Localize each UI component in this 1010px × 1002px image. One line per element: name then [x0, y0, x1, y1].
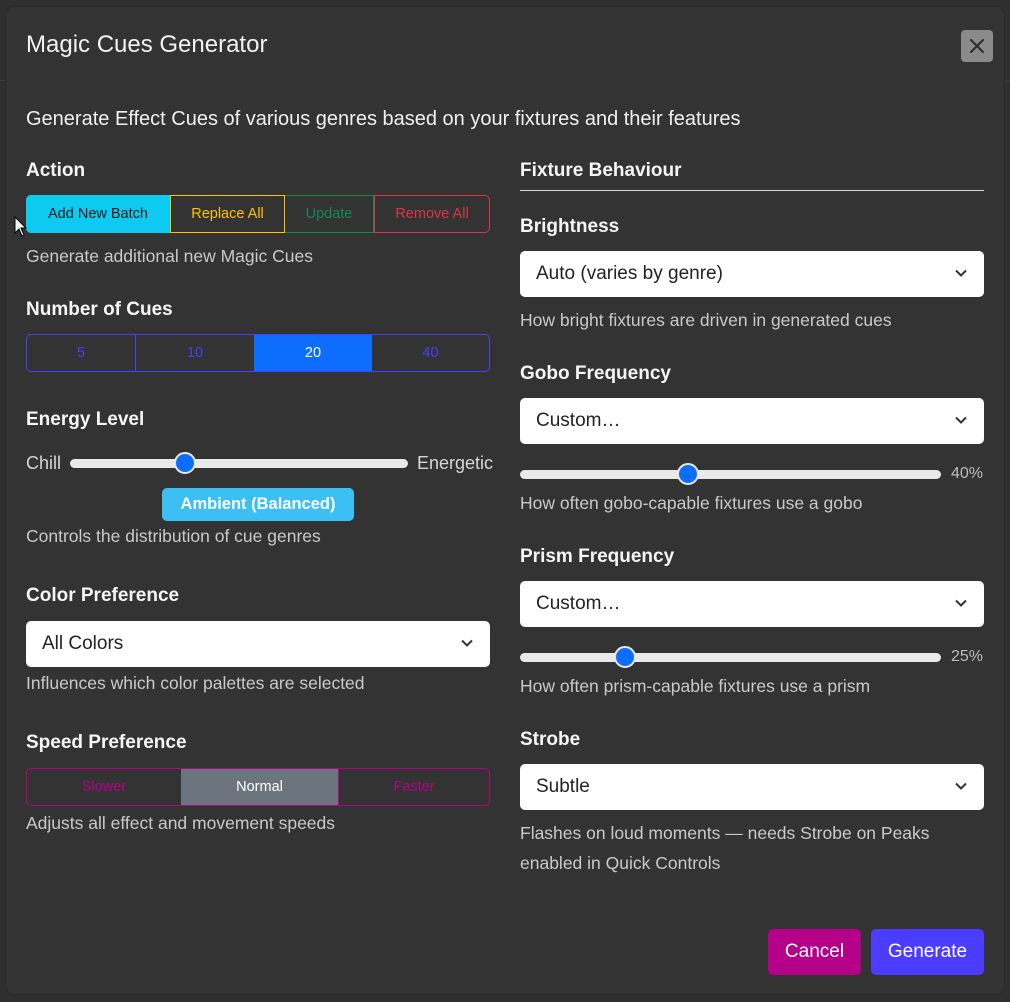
energy-max-label: Energetic — [417, 453, 494, 473]
cues-option-40[interactable]: 40 — [372, 335, 489, 371]
speed-preference-group: Slower Normal Faster — [26, 768, 490, 806]
prism-frequency-label: Prism Frequency — [520, 546, 675, 567]
strobe-label: Strobe — [520, 729, 581, 750]
chevron-down-icon — [461, 639, 473, 647]
energy-slider-track[interactable] — [70, 459, 408, 468]
chevron-down-icon — [955, 782, 967, 790]
prism-frequency-value: Custom… — [536, 593, 621, 614]
prism-help: How often prism-capable fixtures use a p… — [520, 676, 871, 696]
generate-button[interactable]: Generate — [871, 929, 984, 975]
strobe-help-line2: enabled in Quick Controls — [520, 853, 721, 873]
energy-genre-badge: Ambient (Balanced) — [162, 488, 354, 521]
strobe-help-line1: Flashes on loud moments — needs Strobe o… — [520, 823, 930, 843]
replace-all-button[interactable]: Replace All — [170, 195, 285, 233]
close-button[interactable] — [961, 30, 993, 62]
energy-min-label: Chill — [26, 453, 62, 473]
energy-help: Controls the distribution of cue genres — [26, 526, 321, 546]
cues-option-20[interactable]: 20 — [254, 335, 372, 371]
gobo-slider-track[interactable] — [520, 470, 941, 479]
speed-faster-button[interactable]: Faster — [338, 769, 489, 805]
gobo-percent: 40% — [951, 465, 984, 482]
add-new-batch-button[interactable]: Add New Batch — [26, 195, 170, 233]
gobo-slider-thumb[interactable] — [677, 463, 700, 485]
brightness-select[interactable]: Auto (varies by genre) — [520, 251, 984, 297]
color-preference-select[interactable]: All Colors — [26, 621, 490, 667]
energy-slider-thumb[interactable] — [173, 452, 196, 474]
dialog-intro: Generate Effect Cues of various genres b… — [26, 108, 741, 130]
gobo-help: How often gobo-capable fixtures use a go… — [520, 493, 863, 513]
gobo-frequency-value: Custom… — [536, 410, 621, 431]
dialog-title: Magic Cues Generator — [26, 31, 268, 58]
action-help: Generate additional new Magic Cues — [26, 246, 313, 266]
speed-normal-button[interactable]: Normal — [181, 769, 338, 805]
color-preference-label: Color Preference — [26, 585, 180, 606]
close-icon — [970, 39, 984, 53]
action-button-group: Add New Batch Replace All Update Remove … — [26, 195, 490, 233]
fixture-behaviour-divider — [520, 190, 984, 191]
mouse-cursor-icon — [14, 216, 28, 237]
strobe-value: Subtle — [536, 776, 590, 797]
number-of-cues-label: Number of Cues — [26, 299, 173, 320]
speed-slower-button[interactable]: Slower — [27, 769, 181, 805]
energy-level-label: Energy Level — [26, 409, 145, 430]
chevron-down-icon — [955, 269, 967, 277]
gobo-frequency-select[interactable]: Custom… — [520, 398, 984, 444]
cues-option-5[interactable]: 5 — [27, 335, 136, 371]
chevron-down-icon — [955, 416, 967, 424]
color-preference-help: Influences which color palettes are sele… — [26, 673, 365, 693]
strobe-select[interactable]: Subtle — [520, 764, 984, 810]
remove-all-button[interactable]: Remove All — [374, 195, 490, 233]
number-of-cues-group: 5 10 20 40 — [26, 334, 490, 372]
speed-preference-help: Adjusts all effect and movement speeds — [26, 813, 336, 833]
magic-cues-dialog: Magic Cues Generator Generate Effect Cue… — [6, 7, 1004, 994]
prism-frequency-select[interactable]: Custom… — [520, 581, 984, 627]
cancel-button[interactable]: Cancel — [768, 929, 861, 975]
brightness-value: Auto (varies by genre) — [536, 263, 723, 284]
brightness-label: Brightness — [520, 216, 620, 237]
action-label: Action — [26, 160, 86, 181]
color-preference-value: All Colors — [42, 633, 124, 654]
speed-preference-label: Speed Preference — [26, 732, 187, 753]
cues-option-10[interactable]: 10 — [136, 335, 254, 371]
chevron-down-icon — [955, 599, 967, 607]
fixture-behaviour-heading: Fixture Behaviour — [520, 160, 682, 181]
brightness-help: How bright fixtures are driven in genera… — [520, 310, 892, 330]
prism-slider-thumb[interactable] — [614, 646, 637, 668]
prism-percent: 25% — [951, 648, 984, 665]
gobo-frequency-label: Gobo Frequency — [520, 363, 671, 384]
update-button[interactable]: Update — [285, 195, 374, 233]
prism-slider-track[interactable] — [520, 653, 941, 662]
